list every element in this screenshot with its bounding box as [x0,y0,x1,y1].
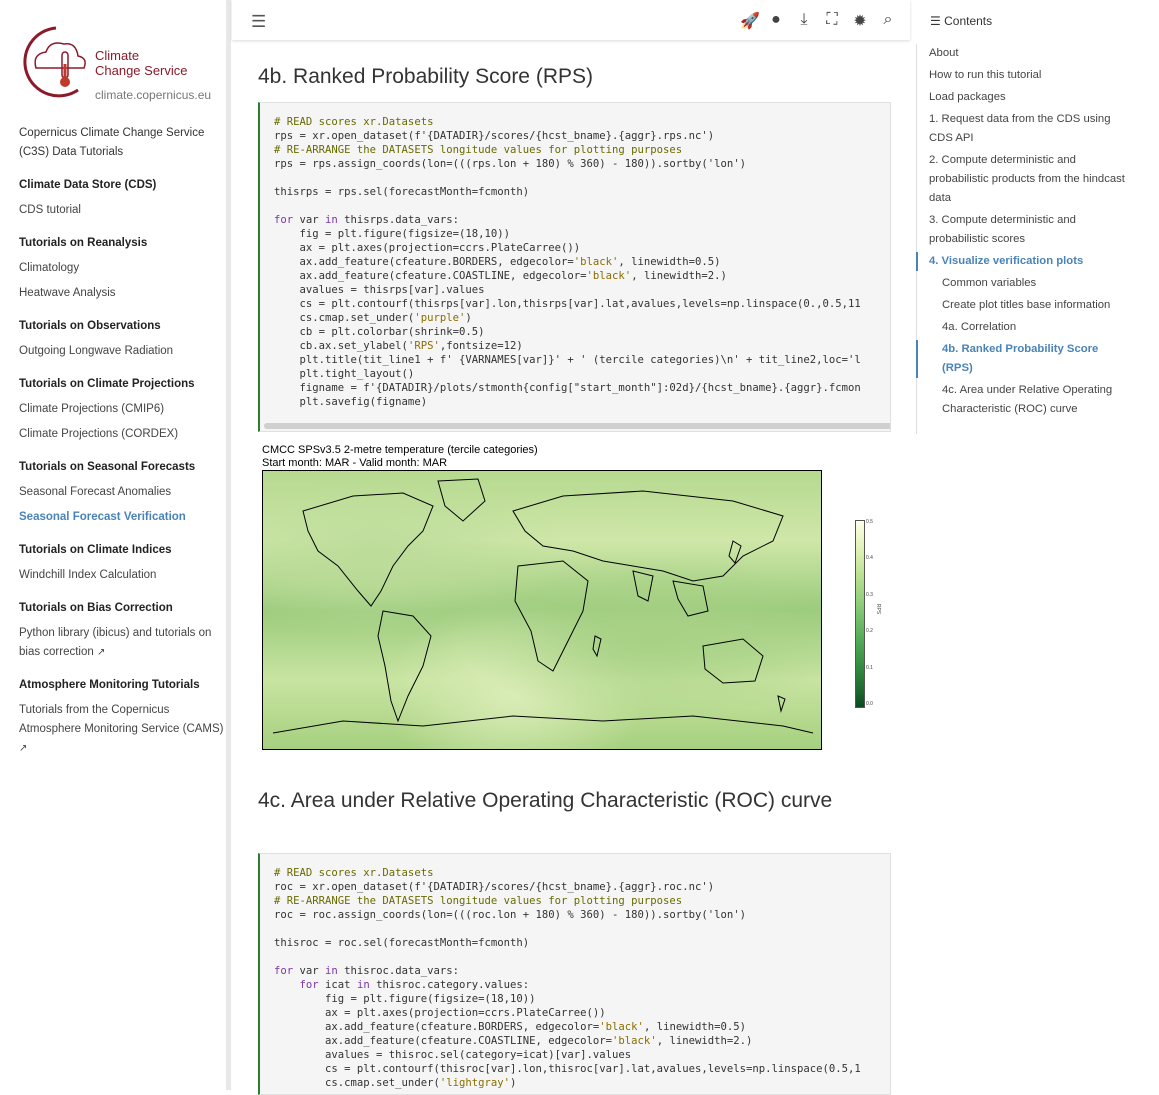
rocket-icon[interactable]: 🚀 [740,11,760,31]
sidebar-scrollbar[interactable] [226,0,231,1090]
nav-climatology[interactable]: Climatology [19,259,224,278]
nav-climate-projections-cordex[interactable]: Climate Projections (CORDEX) [19,425,224,444]
figure-title-line-2: Start month: MAR - Valid month: MAR [262,457,448,469]
external-link-icon: ↗ [97,647,106,658]
toc-item-about[interactable]: About [929,44,1129,63]
toc-item-common-variables[interactable]: Common variables [929,274,1129,293]
colorbar-tick: 0.4 [866,555,873,561]
nav-cds-tutorial[interactable]: CDS tutorial [19,201,224,220]
nav-seasonal-forecast-verification[interactable]: Seasonal Forecast Verification [19,508,224,527]
rps-colorbar [855,520,865,708]
section-seasonal-forecasts: Tutorials on Seasonal Forecasts [19,461,196,473]
colorbar-tick: 0.3 [866,592,873,598]
colorbar-tick: 0.1 [866,665,873,671]
sidebar-nav: Copernicus Climate Change Service (C3S) … [19,124,224,764]
code-horizontal-scrollbar[interactable] [264,423,890,429]
code-cell-rps[interactable]: # READ scores xr.Datasets rps = xr.open_… [258,102,891,432]
code-cell-roc[interactable]: # READ scores xr.Datasets roc = xr.open_… [258,853,891,1095]
logo-line-2: Change Service [95,63,188,78]
external-link-icon: ↗ [19,743,28,754]
toc-item-rps[interactable]: 4b. Ranked Probability Score (RPS) [916,340,1129,378]
section-reanalysis: Tutorials on Reanalysis [19,237,148,249]
colorbar-tick: 0.5 [866,519,873,525]
figure-title: CMCC SPSv3.5 2-metre temperature (tercil… [262,444,538,470]
colorbar-label: RPS [875,603,882,615]
figure-title-line-1: CMCC SPSv3.5 2-metre temperature (tercil… [262,444,538,456]
top-bar: ☰ 🚀 ● ⤓ ⛶ ✹ ⌕ [232,0,910,40]
nav-ibicus-label: Python library (ibicus) and tutorials on… [19,627,212,658]
toc-active-indicator [916,252,918,271]
toc-item-request-data[interactable]: 1. Request data from the CDS using CDS A… [929,110,1129,148]
toc-item-how-to-run[interactable]: How to run this tutorial [929,66,1129,85]
download-icon[interactable]: ⤓ [796,11,812,31]
toc-item-roc[interactable]: 4c. Area under Relative Operating Charac… [929,381,1129,419]
list-icon: ☰ [930,14,941,28]
toc-item-plot-titles[interactable]: Create plot titles base information [929,296,1129,315]
toc-active-indicator [916,340,918,378]
logo-graphic-icon [23,26,86,98]
toc-item-visualize-plots[interactable]: 4. Visualize verification plots [916,252,1129,271]
nav-cams[interactable]: Tutorials from the Copernicus Atmosphere… [19,701,224,758]
fullscreen-icon[interactable]: ⛶ [824,11,840,31]
github-icon[interactable]: ● [768,11,784,31]
nav-outgoing-longwave-radiation[interactable]: Outgoing Longwave Radiation [19,342,224,361]
section-climate-projections: Tutorials on Climate Projections [19,378,195,390]
menu-icon[interactable]: ☰ [251,12,266,32]
toc-heading-label: Contents [944,14,993,28]
logo-url: climate.copernicus.eu [95,88,212,102]
toc-item-visualize-plots-label: 4. Visualize verification plots [929,255,1084,267]
sidebar-title[interactable]: Copernicus Climate Change Service (C3S) … [19,124,224,162]
search-icon[interactable]: ⌕ [880,11,896,31]
colorbar-tick: 0.2 [866,628,873,634]
toc-item-compute-products[interactable]: 2. Compute deterministic and probabilist… [929,151,1129,208]
nav-ibicus[interactable]: Python library (ibicus) and tutorials on… [19,624,224,662]
heading-rps: 4b. Ranked Probability Score (RPS) [258,65,593,88]
rps-world-map [262,470,822,750]
section-climate-indices: Tutorials on Climate Indices [19,544,172,556]
toc-item-correlation[interactable]: 4a. Correlation [929,318,1129,337]
coastline-outline-icon [272,478,814,734]
logo-line-1: Climate [95,48,140,63]
heading-roc: 4c. Area under Relative Operating Charac… [258,789,833,812]
nav-heatwave-analysis[interactable]: Heatwave Analysis [19,284,224,303]
left-sidebar: Climate Change Service climate.copernicu… [0,0,226,1090]
nav-cams-label: Tutorials from the Copernicus Atmosphere… [19,704,224,735]
toc-heading: ☰ Contents [930,14,992,28]
section-atmosphere-monitoring: Atmosphere Monitoring Tutorials [19,679,200,691]
toc-item-compute-scores[interactable]: 3. Compute deterministic and probabilist… [929,211,1129,249]
nav-windchill-index[interactable]: Windchill Index Calculation [19,566,224,585]
theme-icon[interactable]: ✹ [852,11,868,31]
c3s-logo[interactable]: Climate Change Service climate.copernicu… [18,24,218,104]
section-observations: Tutorials on Observations [19,320,161,332]
toc-item-load-packages[interactable]: Load packages [929,88,1129,107]
colorbar-tick: 0.0 [866,701,873,707]
toc-item-rps-label: 4b. Ranked Probability Score (RPS) [942,343,1099,374]
section-bias-correction: Tutorials on Bias Correction [19,602,173,614]
toc-list: About How to run this tutorial Load pack… [916,44,1129,422]
nav-seasonal-forecast-anomalies[interactable]: Seasonal Forecast Anomalies [19,483,224,502]
section-cds: Climate Data Store (CDS) [19,179,157,191]
nav-climate-projections-cmip6[interactable]: Climate Projections (CMIP6) [19,400,224,419]
